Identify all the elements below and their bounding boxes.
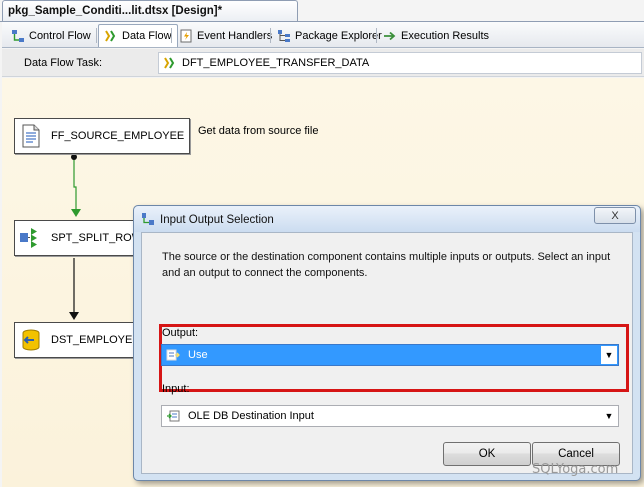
control-flow-icon — [11, 29, 25, 43]
input-label: Input: — [162, 383, 190, 395]
green-path-arrow — [71, 209, 81, 217]
dialog-app-icon — [141, 212, 155, 226]
data-flow-task-value: DFT_EMPLOYEE_TRANSFER_DATA — [182, 57, 370, 69]
component-name: DST_EMPLOYEE — [51, 334, 140, 346]
component-name: FF_SOURCE_EMPLOYEE — [51, 130, 185, 142]
tab-separator — [376, 28, 377, 43]
watermark: SQLYoga.com — [532, 462, 619, 477]
data-flow-task-select[interactable]: DFT_EMPLOYEE_TRANSFER_DATA — [158, 52, 642, 74]
data-flow-icon — [104, 29, 118, 43]
tab-label: Data Flow — [122, 30, 172, 42]
data-flow-task-bar: Data Flow Task: DFT_EMPLOYEE_TRANSFER_DA… — [2, 49, 644, 77]
dialog-title: Input Output Selection — [160, 214, 274, 226]
path-start-dot — [71, 154, 77, 160]
event-handlers-icon — [179, 29, 193, 43]
tab-label: Event Handlers — [197, 29, 273, 42]
tab-control-flow[interactable]: Control Flow — [6, 25, 96, 46]
component-name: SPT_SPLIT_ROW — [51, 232, 143, 244]
input-icon — [166, 409, 180, 423]
input-output-selection-dialog: Input Output Selection X The source or t… — [133, 205, 641, 481]
ok-button[interactable]: OK — [443, 442, 531, 466]
tab-separator — [96, 28, 97, 43]
dialog-close-button[interactable]: X — [594, 207, 636, 224]
input-value: OLE DB Destination Input — [188, 410, 314, 422]
component-ff-source-employee[interactable]: FF_SOURCE_EMPLOYEE — [14, 118, 190, 154]
close-icon: X — [611, 209, 619, 222]
conditional-split-icon — [19, 226, 43, 250]
execution-results-icon — [383, 29, 397, 43]
tab-execution-results[interactable]: Execution Results — [378, 25, 494, 46]
package-explorer-icon — [277, 29, 291, 43]
tab-label: Package Explorer — [295, 29, 382, 42]
flat-file-source-icon — [19, 124, 43, 148]
input-select[interactable]: OLE DB Destination Input ▼ — [161, 405, 619, 427]
green-path-connector — [73, 156, 77, 212]
output-select[interactable]: Use ▼ — [161, 344, 619, 366]
chevron-down-icon[interactable]: ▼ — [601, 407, 617, 425]
output-icon — [166, 348, 180, 362]
output-label: Output: — [162, 327, 199, 339]
ole-db-destination-icon — [19, 328, 43, 352]
chevron-down-icon[interactable]: ▼ — [601, 346, 617, 364]
tab-event-handlers[interactable]: Event Handlers — [174, 25, 277, 46]
output-value: Use — [188, 349, 208, 361]
canvas-annotation[interactable]: Get data from source file — [198, 125, 318, 137]
component-dst-employee[interactable]: DST_EMPLOYEE — [14, 322, 140, 358]
tab-separator — [270, 28, 271, 43]
dialog-titlebar[interactable]: Input Output Selection X — [134, 206, 640, 232]
tab-separator — [171, 28, 172, 43]
black-path-arrow — [69, 312, 79, 320]
designer-tab-strip: Control Flow Data Flow Event Handlers Pa… — [2, 22, 644, 48]
data-flow-task-label: Data Flow Task: — [24, 57, 103, 69]
data-flow-task-icon — [163, 56, 177, 70]
tab-label: Control Flow — [29, 29, 91, 42]
document-tab[interactable]: pkg_Sample_Conditi...lit.dtsx [Design]* — [2, 0, 298, 22]
dialog-body: The source or the destination component … — [141, 232, 633, 474]
tab-package-explorer[interactable]: Package Explorer — [272, 25, 387, 46]
tab-data-flow[interactable]: Data Flow — [98, 24, 178, 47]
tab-label: Execution Results — [401, 29, 490, 42]
dialog-message: The source or the destination component … — [162, 251, 611, 279]
component-spt-split-row[interactable]: SPT_SPLIT_ROW — [14, 220, 142, 256]
